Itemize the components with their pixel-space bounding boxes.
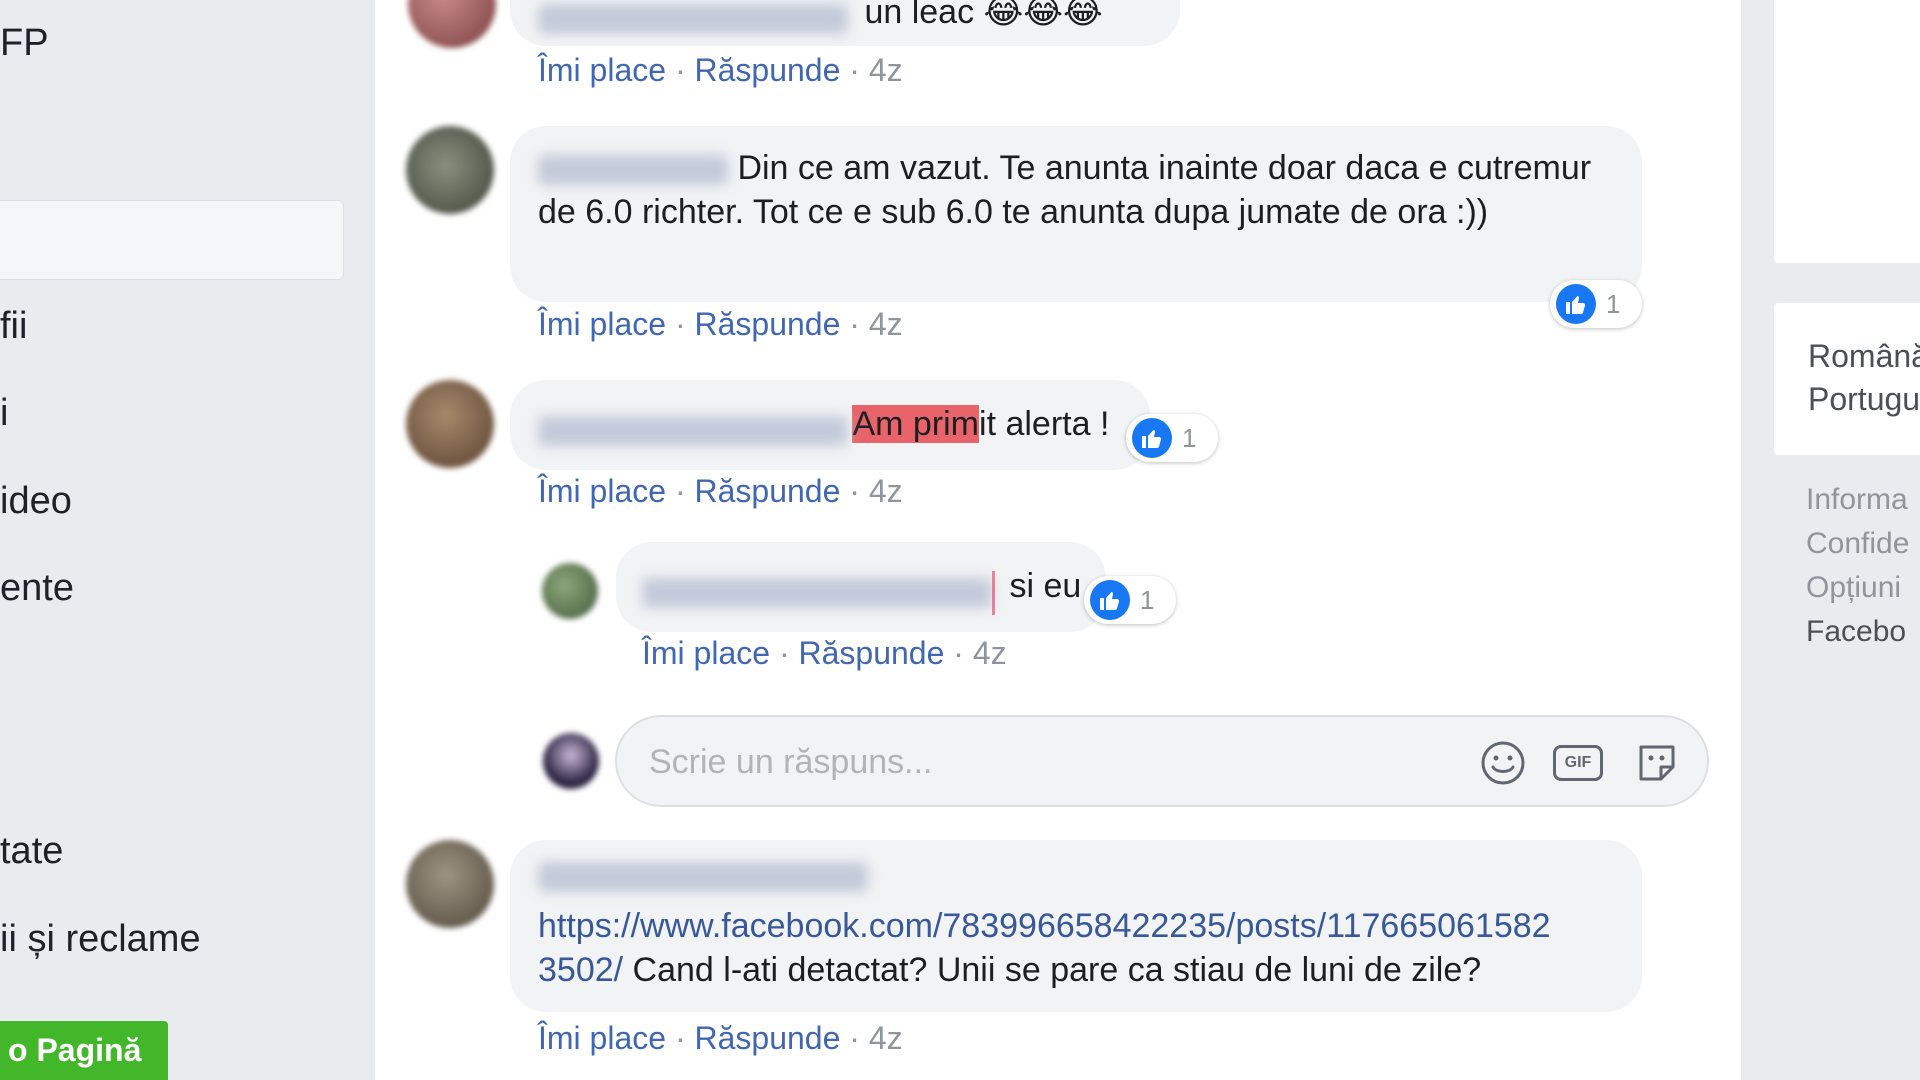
reply-composer[interactable]: GIF <box>615 715 1709 807</box>
comment-time[interactable]: 4z <box>869 1020 903 1056</box>
commenter-name-blurred[interactable] <box>538 155 728 186</box>
text-cursor <box>992 570 995 615</box>
like-reaction-icon <box>1090 580 1130 620</box>
reply-link[interactable]: Răspunde <box>694 52 840 88</box>
comment-bubble: https://www.facebook.com/783996658422235… <box>510 840 1642 1012</box>
reply-link[interactable]: Răspunde <box>694 473 840 509</box>
footer-link-facebook[interactable]: Facebo <box>1806 615 1906 649</box>
reaction-count: 1 <box>1182 422 1197 453</box>
comment-bubble: Din ce am vazut. Te anunta inainte doar … <box>510 126 1642 302</box>
reply-bubble: si eu <box>616 542 1106 632</box>
language-link-romana[interactable]: Română <box>1808 338 1920 375</box>
replier-name-blurred[interactable] <box>642 577 992 608</box>
sidebar-search-box[interactable] <box>0 200 344 280</box>
comment-text: Am primit alerta ! <box>852 405 1109 443</box>
like-link[interactable]: Îmi place <box>538 1020 666 1056</box>
gif-icon[interactable]: GIF <box>1553 745 1603 781</box>
reaction-count: 1 <box>1140 584 1155 615</box>
reply-avatar[interactable] <box>542 563 598 619</box>
reply-link[interactable]: Răspunde <box>694 306 840 342</box>
like-link[interactable]: Îmi place <box>538 52 666 88</box>
language-link-portugues[interactable]: Portugu <box>1808 381 1920 418</box>
like-reaction-icon <box>1556 284 1596 324</box>
left-sidebar: FP fii i ideo ente tate ii și reclame o … <box>0 0 373 1080</box>
comment-text-rest: it alerta ! <box>979 405 1110 443</box>
commenter-avatar[interactable] <box>406 126 494 214</box>
sidebar-item-video[interactable]: ideo <box>0 480 72 523</box>
comment-actions: Îmi place · Răspunde · 4z <box>538 52 903 88</box>
sidebar-item-tate[interactable]: tate <box>0 830 63 873</box>
like-link[interactable]: Îmi place <box>538 473 666 509</box>
language-card: Română Portugu <box>1774 303 1920 455</box>
comment-time[interactable]: 4z <box>973 635 1007 671</box>
emoji-icon[interactable] <box>1479 739 1527 787</box>
reply-actions: Îmi place · Răspunde · 4z <box>642 635 1007 671</box>
comment-time[interactable]: 4z <box>869 306 903 342</box>
sidebar-item-fp[interactable]: FP <box>0 22 49 65</box>
right-column: Română Portugu Informa Confide Opțiuni F… <box>1741 0 1920 1080</box>
right-card <box>1774 0 1920 263</box>
commenter-name-blurred[interactable] <box>538 862 868 892</box>
reply-link[interactable]: Răspunde <box>798 635 944 671</box>
sidebar-item-ente[interactable]: ente <box>0 567 74 610</box>
commenter-avatar[interactable] <box>406 840 494 928</box>
commenter-avatar[interactable] <box>406 380 494 468</box>
comment-actions: Îmi place · Răspunde · 4z <box>538 1020 903 1056</box>
comment-actions: Îmi place · Răspunde · 4z <box>538 306 903 342</box>
sidebar-item-ads[interactable]: ii și reclame <box>0 918 201 961</box>
comment-time[interactable]: 4z <box>869 473 903 509</box>
comment-text: Cand l-ati detactat? Unii se pare ca sti… <box>632 951 1482 989</box>
create-page-button[interactable]: o Pagină <box>0 1021 168 1080</box>
reaction-badge[interactable]: 1 <box>1084 576 1176 624</box>
reaction-badge[interactable]: 1 <box>1126 414 1218 462</box>
current-user-avatar <box>543 733 599 789</box>
like-link[interactable]: Îmi place <box>642 635 770 671</box>
comment-text: un leac 😂😂😂 <box>864 0 1103 31</box>
gif-label: GIF <box>1564 754 1592 771</box>
reaction-badge[interactable]: 1 <box>1550 280 1642 328</box>
like-reaction-icon <box>1132 418 1172 458</box>
reply-input[interactable] <box>647 735 1431 789</box>
like-link[interactable]: Îmi place <box>538 306 666 342</box>
comment-bubble: Am primit alerta ! <box>510 380 1150 470</box>
footer-link-info[interactable]: Informa <box>1806 483 1908 517</box>
sidebar-item-i[interactable]: i <box>0 392 8 435</box>
footer-link-options[interactable]: Opțiuni <box>1806 571 1901 605</box>
commenter-name-blurred[interactable] <box>538 3 848 34</box>
commenter-name-blurred[interactable] <box>538 415 848 446</box>
sticker-icon[interactable] <box>1633 739 1681 787</box>
comment-actions: Îmi place · Răspunde · 4z <box>538 473 903 509</box>
comment-time[interactable]: 4z <box>869 52 903 88</box>
footer-link-privacy[interactable]: Confide <box>1806 527 1909 561</box>
reaction-count: 1 <box>1606 288 1621 319</box>
reply-text: si eu <box>1009 567 1082 605</box>
comment-bubble: un leac 😂😂😂 <box>510 0 1180 46</box>
sidebar-item-fii[interactable]: fii <box>0 305 27 348</box>
highlighted-text: Am prim <box>852 405 980 443</box>
reply-link[interactable]: Răspunde <box>694 1020 840 1056</box>
